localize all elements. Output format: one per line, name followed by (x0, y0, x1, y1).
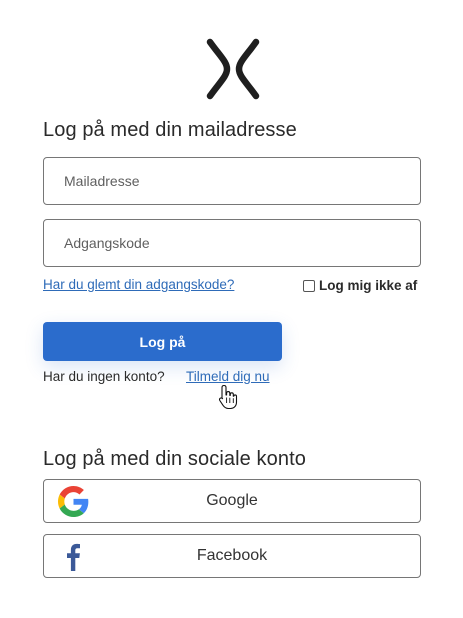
google-button-label: Google (206, 492, 258, 509)
login-button[interactable]: Log på (43, 322, 282, 361)
signup-link[interactable]: Tilmeld dig nu (186, 369, 270, 384)
remember-me[interactable]: Log mig ikke af (303, 278, 417, 293)
no-account-text: Har du ingen konto? (43, 369, 165, 384)
x-logo-icon (206, 38, 260, 100)
google-login-button[interactable]: Google (43, 479, 421, 523)
facebook-login-button[interactable]: Facebook (43, 534, 421, 578)
email-field-container (43, 157, 421, 205)
email-input[interactable] (44, 158, 420, 204)
hand-cursor-icon (218, 384, 238, 410)
forgot-password-link[interactable]: Har du glemt din adgangskode? (43, 277, 234, 292)
password-input[interactable] (44, 220, 420, 266)
social-login-heading: Log på med din sociale konto (43, 448, 306, 470)
email-login-heading: Log på med din mailadresse (43, 119, 297, 141)
remember-me-checkbox[interactable] (303, 279, 315, 292)
password-field-container (43, 219, 421, 267)
remember-me-label: Log mig ikke af (319, 278, 418, 293)
facebook-button-label: Facebook (196, 547, 268, 564)
